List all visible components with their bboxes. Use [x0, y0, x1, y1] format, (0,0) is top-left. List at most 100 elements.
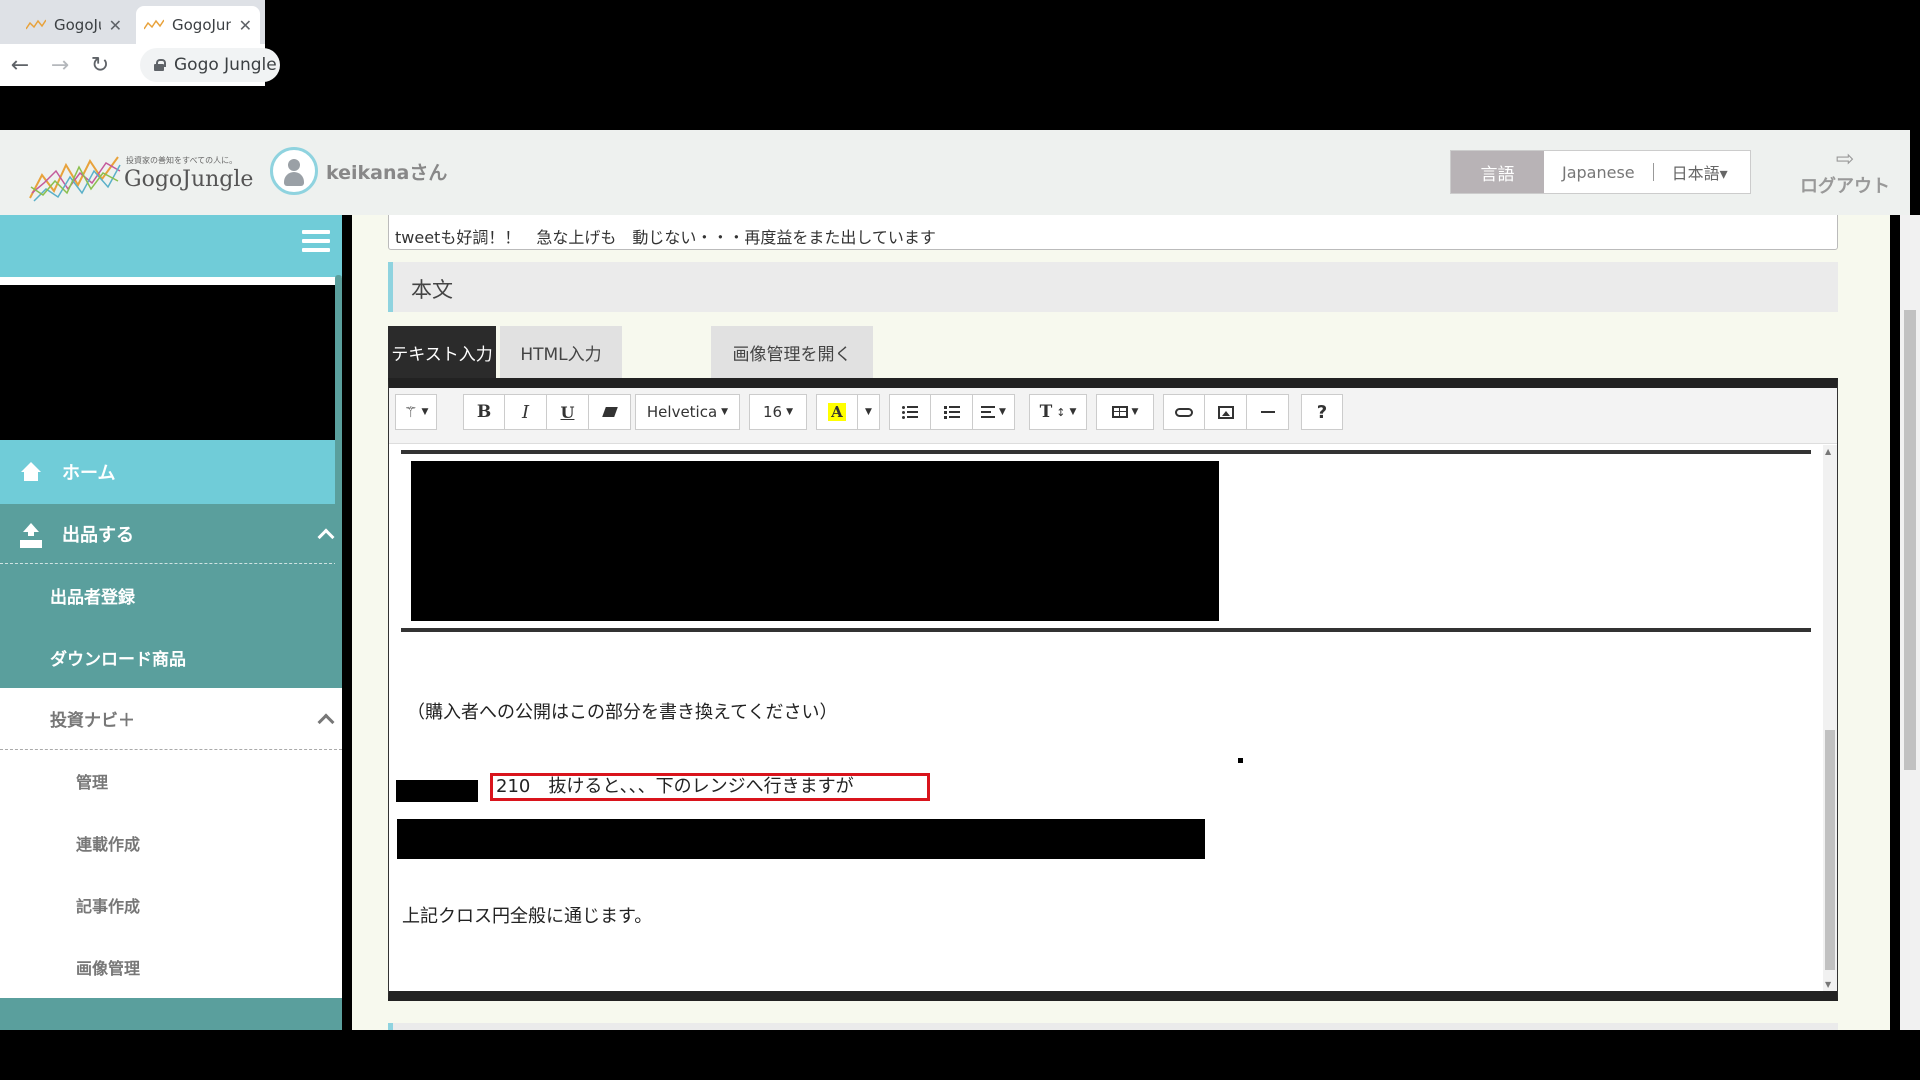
- forward-arrow-icon[interactable]: →: [40, 53, 80, 78]
- logout-icon: ⇨: [1835, 147, 1855, 172]
- help-button[interactable]: ?: [1301, 394, 1343, 430]
- text-size-icon: T: [1039, 402, 1053, 422]
- lock-icon: [154, 59, 166, 71]
- close-icon[interactable]: ✕: [109, 16, 122, 35]
- tab-title: GogoJungle: [54, 16, 101, 34]
- italic-button[interactable]: I: [505, 394, 547, 430]
- open-image-manager-button[interactable]: 画像管理を開く: [711, 326, 873, 378]
- magic-wand-dropdown[interactable]: ⚚ ▼: [395, 394, 438, 430]
- horizontal-rule: [401, 628, 1811, 632]
- highlight-color-button[interactable]: A: [816, 394, 858, 430]
- editor-toolbar: ⚚ ▼ B I U Helvetica ▼ 16 ▼ A ▼ ▼ T ↕ ▼ ▼…: [389, 388, 1837, 444]
- clear-format-button[interactable]: [589, 394, 631, 430]
- language-selector[interactable]: 言語 Japanese 日本語▾: [1450, 150, 1751, 194]
- tab-text-input[interactable]: テキスト入力: [388, 326, 496, 378]
- sidebar-item-sell[interactable]: 出品する: [0, 504, 342, 564]
- chevron-up-icon[interactable]: [317, 528, 335, 545]
- format-group: B I U: [463, 394, 631, 430]
- highlighted-line: 210 抜けると、、、下のレンジへ行きますが: [490, 773, 930, 801]
- font-size-dropdown[interactable]: 16 ▼: [749, 394, 807, 430]
- language-label: 言語: [1451, 151, 1544, 193]
- close-icon[interactable]: ✕: [239, 16, 252, 35]
- sidebar-item-seller-registration[interactable]: 出品者登録: [0, 564, 342, 626]
- logo-tagline: 投資家の善知をすべての人に。: [126, 156, 238, 165]
- bullet-list-icon: [902, 405, 918, 419]
- eraser-icon: [601, 407, 618, 417]
- logo-brand-text: GogoJungle: [124, 167, 254, 192]
- numbered-list-icon: [943, 405, 960, 419]
- back-arrow-icon[interactable]: ←: [0, 53, 40, 78]
- table-dropdown[interactable]: ▼: [1096, 394, 1154, 430]
- user-profile[interactable]: keikanaさん: [270, 147, 447, 195]
- address-bar[interactable]: Gogo Jungle: [140, 48, 280, 82]
- logo-mark-icon: [29, 156, 121, 202]
- magic-wand-icon: ⚚: [404, 403, 418, 421]
- reload-icon[interactable]: ↻: [80, 53, 120, 78]
- link-icon: [1175, 407, 1193, 417]
- sidebar-topbar: [0, 215, 342, 277]
- scroll-up-icon[interactable]: ▲: [1825, 447, 1831, 456]
- sidebar-item-manage[interactable]: 管理: [0, 750, 342, 812]
- help-group: ?: [1301, 394, 1343, 430]
- chevron-up-icon[interactable]: [317, 713, 335, 730]
- ordered-list-button[interactable]: [931, 394, 973, 430]
- username: keikanaさん: [326, 161, 448, 184]
- tab-html-input[interactable]: HTML入力: [500, 326, 622, 378]
- language-dropdown[interactable]: 日本語▾: [1654, 151, 1750, 193]
- scrollbar-thumb[interactable]: [1825, 730, 1835, 970]
- browser-tab-1[interactable]: GogoJungle ✕: [18, 6, 130, 44]
- sidebar-item-home[interactable]: ホーム: [0, 440, 342, 504]
- editor-scrollbar[interactable]: ▲ ▼: [1823, 445, 1837, 991]
- insert-link-button[interactable]: [1163, 394, 1205, 430]
- table-icon: [1111, 406, 1128, 418]
- next-section-heading: [388, 1023, 1838, 1030]
- browser-tab-2[interactable]: GogoJungle ✕: [136, 6, 260, 44]
- main-content: tweetも好調！！ 急な上げも 動じない・・・再度益をまた出しています 本文 …: [352, 215, 1890, 1030]
- underline-button[interactable]: U: [547, 394, 589, 430]
- avatar: [270, 147, 318, 195]
- color-group: A ▼: [816, 394, 880, 430]
- sidebar-item-label: 投資ナビ＋: [50, 711, 135, 731]
- site-header: 投資家の善知をすべての人に。 GogoJungle keikanaさん 言語 J…: [0, 130, 1910, 215]
- browser-toolbar: ← → ↻ Gogo Jungle: [0, 44, 280, 86]
- redacted-image: [411, 461, 1219, 621]
- unordered-list-button[interactable]: [889, 394, 931, 430]
- editor-content[interactable]: （購入者への公開はこの部分を書き換えてください） 210 抜けると、、、下のレン…: [389, 445, 1837, 991]
- sidebar-item-next[interactable]: [0, 998, 342, 1030]
- horizontal-rule: [401, 450, 1811, 454]
- image-icon: [1217, 405, 1234, 419]
- title-field[interactable]: tweetも好調！！ 急な上げも 動じない・・・再度益をまた出しています: [388, 215, 1838, 250]
- gogojungle-favicon-icon: [26, 19, 46, 30]
- size-group: 16 ▼: [749, 394, 807, 430]
- redacted-text: [397, 819, 1205, 859]
- color-dropdown[interactable]: ▼: [858, 394, 880, 430]
- scroll-down-icon[interactable]: ▼: [1825, 980, 1831, 989]
- language-option-japanese[interactable]: Japanese: [1544, 151, 1653, 193]
- browser-chrome: GogoJungle ✕ GogoJungle ✕ ← → ↻ Gogo Jun…: [0, 0, 280, 86]
- sidebar-item-label: 出品する: [62, 524, 134, 546]
- gogojungle-logo[interactable]: 投資家の善知をすべての人に。 GogoJungle: [28, 145, 253, 205]
- horizontal-rule-button[interactable]: [1247, 394, 1289, 430]
- caret-down-icon: ▼: [1131, 407, 1139, 417]
- sidebar-item-investment-navi[interactable]: 投資ナビ＋: [0, 688, 342, 750]
- bold-button[interactable]: B: [463, 394, 505, 430]
- font-family-dropdown[interactable]: Helvetica ▼: [635, 394, 740, 430]
- sidebar-item-download-products[interactable]: ダウンロード商品: [0, 626, 342, 688]
- insert-image-button[interactable]: [1205, 394, 1247, 430]
- logout-button[interactable]: ⇨ ログアウト: [1800, 147, 1890, 198]
- sidebar-item-label: ホーム: [62, 463, 116, 484]
- caret-down-icon: ▼: [786, 407, 793, 417]
- font-family-value: Helvetica: [646, 403, 718, 421]
- table-group: ▼: [1096, 394, 1154, 430]
- hamburger-menu-icon[interactable]: [302, 230, 330, 254]
- page-scrollbar[interactable]: [1900, 215, 1920, 1030]
- sidebar-item-images[interactable]: 画像管理: [0, 936, 342, 998]
- sidebar-item-series[interactable]: 連載作成: [0, 812, 342, 874]
- home-icon: [20, 462, 42, 482]
- paragraph-align-dropdown[interactable]: ▼: [973, 394, 1015, 430]
- scrollbar-thumb[interactable]: [1904, 310, 1916, 770]
- sidebar-item-article[interactable]: 記事作成: [0, 874, 342, 936]
- line-height-dropdown[interactable]: T ↕ ▼: [1029, 394, 1087, 430]
- sidebar-scrollbar[interactable]: [335, 275, 342, 635]
- align-icon: [981, 406, 996, 418]
